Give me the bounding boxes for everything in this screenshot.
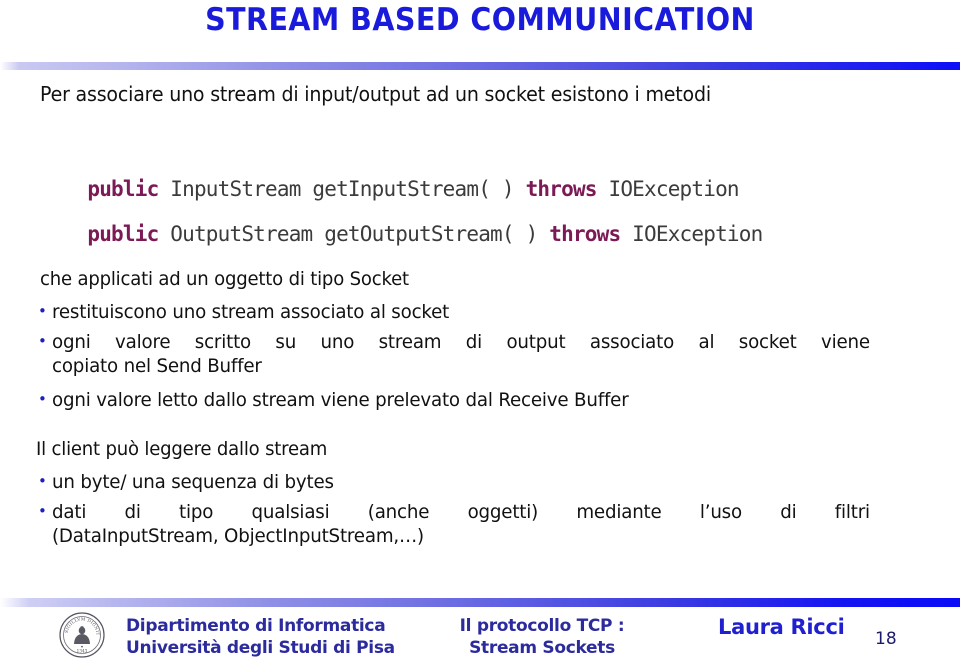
list-item-text: ogni valore letto dallo stream viene pre…: [52, 388, 849, 412]
footer-author: Laura Ricci: [718, 615, 845, 639]
list-item-text: un byte/ una sequenza di bytes: [52, 470, 849, 494]
header-divider-bar: [0, 62, 960, 70]
footer-topic-line2: Stream Sockets: [469, 638, 615, 658]
slide-footer: SIGILLVM DIGNITATIS 1343 Dipartimento di…: [0, 607, 960, 661]
list-item: • un byte/ una sequenza di bytes: [38, 470, 898, 494]
bullet-point-icon: •: [38, 390, 47, 408]
footer-divider-bar: [0, 598, 960, 607]
list-item: • restituiscono uno stream associato al …: [38, 300, 898, 324]
bullet-point-icon: •: [38, 502, 47, 520]
footer-page-number: 18: [875, 629, 897, 649]
list-item-text: restituiscono uno stream associato al so…: [52, 300, 849, 324]
bullet-point-icon: •: [38, 332, 47, 350]
list-item-line: restituiscono uno stream associato al so…: [52, 301, 450, 323]
bullet-point-icon: •: [38, 302, 47, 320]
list-item-line: ogni valore scritto su uno stream di out…: [52, 331, 870, 353]
code-keyword-public: public: [87, 222, 159, 246]
code-exception: IOException: [620, 222, 763, 246]
list-item-line: ogni valore letto dallo stream viene pre…: [52, 389, 629, 411]
footer-department: Dipartimento di Informatica Università d…: [126, 615, 395, 659]
section-lead-client: Il client può leggere dallo stream: [36, 438, 328, 460]
list-item-line-wrapped: (DataInputStream, ObjectInputStream,…): [52, 525, 424, 547]
list-item: • dati di tipo qualsiasi (anche oggetti)…: [38, 500, 918, 548]
footer-department-line2: Università degli Studi di Pisa: [126, 638, 395, 658]
footer-department-line1: Dipartimento di Informatica: [126, 616, 386, 636]
footer-topic: Il protocollo TCP : Stream Sockets: [447, 615, 637, 659]
code-signature: OutputStream getOutputStream( ): [158, 222, 550, 246]
code-line-getoutputstream: public OutputStream getOutputStream( ) t…: [40, 198, 763, 270]
section-lead-socket: che applicati ad un oggetto di tipo Sock…: [40, 268, 409, 290]
list-item: • ogni valore letto dallo stream viene p…: [38, 388, 898, 412]
footer-topic-line1: Il protocollo TCP :: [459, 616, 625, 636]
list-item-text: ogni valore scritto su uno stream di out…: [52, 330, 870, 378]
code-keyword-throws: throws: [549, 222, 621, 246]
list-item-text: dati di tipo qualsiasi (anche oggetti) m…: [52, 500, 870, 548]
bullet-point-icon: •: [38, 472, 47, 490]
list-item: • ogni valore scritto su uno stream di o…: [38, 330, 918, 378]
svg-text:1343: 1343: [77, 649, 88, 654]
list-item-line: un byte/ una sequenza di bytes: [52, 471, 334, 493]
university-seal-logo: SIGILLVM DIGNITATIS 1343: [58, 611, 106, 659]
list-item-line-wrapped: copiato nel Send Buffer: [52, 355, 262, 377]
page-title: STREAM BASED COMMUNICATION: [205, 2, 755, 38]
intro-text: Per associare uno stream di input/output…: [40, 82, 711, 106]
list-item-line: dati di tipo qualsiasi (anche oggetti) m…: [52, 501, 870, 523]
